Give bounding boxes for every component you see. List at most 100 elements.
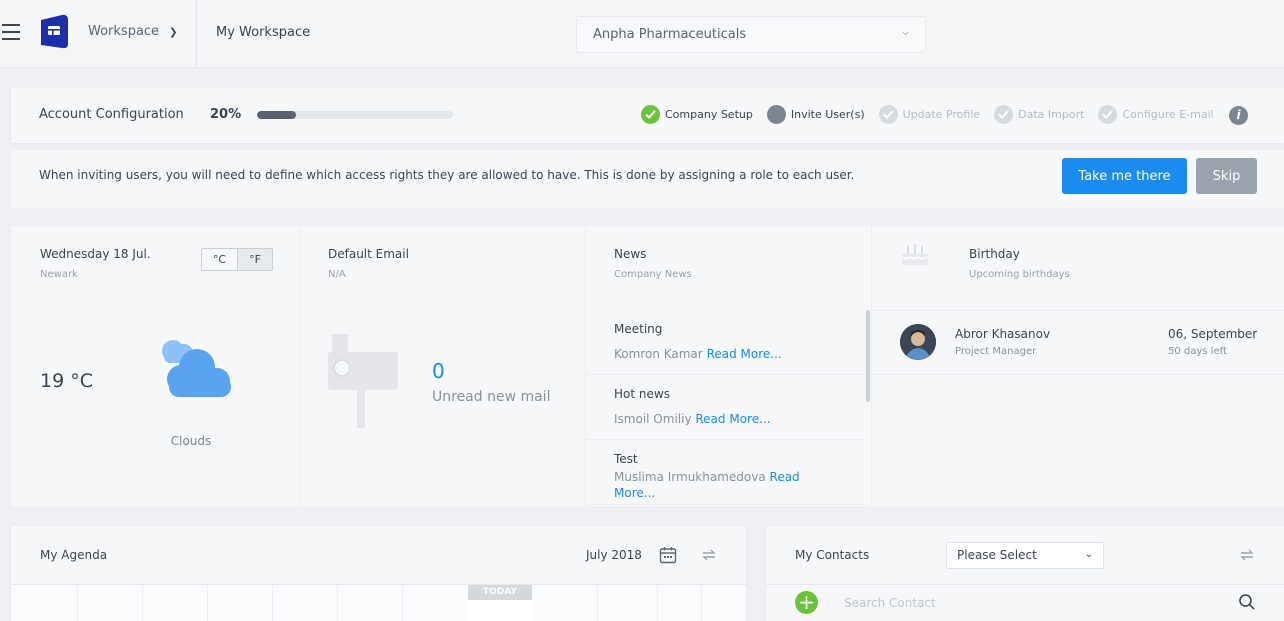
today-column[interactable]: TODAY <box>468 585 532 621</box>
grid-line <box>142 585 143 621</box>
news-item-author: Muslima Irmukhamedova <box>614 470 766 484</box>
grid-line <box>77 585 78 621</box>
company-dropdown[interactable]: Anpha Pharmaceuticals ⌵ <box>576 16 926 53</box>
birthday-row[interactable]: Abror Khasanov Project Manager 06, Septe… <box>872 310 1284 375</box>
news-widget: News Company News Meeting Komron Kamar R… <box>586 226 872 506</box>
cake-icon <box>901 244 929 265</box>
birthday-person-name: Abror Khasanov <box>955 327 1051 341</box>
step-label: Company Setup <box>665 108 753 121</box>
calendar-icon[interactable] <box>659 546 677 564</box>
progress-bar <box>257 111 453 119</box>
agenda-widget: My Agenda July 2018 TODAY <box>11 526 746 621</box>
chevron-down-icon: ⌄ <box>1084 549 1093 560</box>
app-logo[interactable] <box>38 14 69 50</box>
news-item-author: Ismoil Omiliy <box>614 412 692 426</box>
contacts-title: My Contacts <box>795 548 870 562</box>
agenda-month: July 2018 <box>586 548 642 562</box>
step-label: Update Profile <box>902 108 981 121</box>
top-bar: Workspace ❯ My Workspace Anpha Pharmaceut… <box>0 0 1284 68</box>
weather-date: Wednesday 18 Jul. <box>40 247 151 261</box>
check-icon <box>994 105 1014 124</box>
setup-steps: Company Setup Invite User(s) Update Prof… <box>641 105 1228 124</box>
step-label: Configure E-mail <box>1122 108 1214 121</box>
news-scrollbar[interactable] <box>866 310 870 402</box>
step-data-import[interactable]: Data Import <box>994 105 1084 124</box>
birthday-days-left: 50 days left <box>1168 346 1227 357</box>
progress-fill <box>257 111 297 119</box>
news-item-title: Meeting <box>614 322 663 336</box>
check-icon <box>641 105 660 124</box>
account-configuration-title: Account Configuration <box>39 107 184 122</box>
unit-celsius-button[interactable]: °C <box>202 249 237 270</box>
dashboard-widgets: Wednesday 18 Jul. Newark °C °F 19 °C Clo… <box>11 226 1284 506</box>
birthday-subtitle: Upcoming birthdays <box>969 269 1070 280</box>
cloud-icon <box>162 340 231 397</box>
invite-hint-bar: When inviting users, you will need to de… <box>11 150 1284 208</box>
invite-hint-text: When inviting users, you will need to de… <box>39 168 855 182</box>
birthday-date: 06, September <box>1168 327 1258 341</box>
agenda-title: My Agenda <box>40 548 108 562</box>
news-item: Hot news Ismoil Omiliy Read More... <box>586 375 864 440</box>
temperature-value: 19 °C <box>40 370 93 392</box>
progress-percent: 20% <box>210 107 242 122</box>
take-me-there-button[interactable]: Take me there <box>1062 158 1187 194</box>
step-configure-email[interactable]: Configure E-mail <box>1098 105 1214 124</box>
grid-line <box>272 585 273 621</box>
contacts-widget: My Contacts Please Select ⌄ + <box>766 526 1284 621</box>
grid-line <box>657 585 658 621</box>
skip-button[interactable]: Skip <box>1196 158 1257 194</box>
grid-line <box>701 585 702 621</box>
read-more-part: More... <box>614 486 656 500</box>
read-more-part: Read <box>769 470 800 484</box>
refresh-icon[interactable] <box>1238 546 1256 564</box>
news-subtitle: Company News <box>614 269 692 280</box>
email-widget: Default Email N/A 0 Unread new mail <box>300 226 586 506</box>
news-item-title: Test <box>614 452 638 466</box>
email-address: N/A <box>328 269 346 280</box>
news-title: News <box>614 247 647 261</box>
grid-line <box>402 585 403 621</box>
contacts-search-bar: + <box>766 584 1284 621</box>
birthday-title: Birthday <box>969 247 1020 261</box>
birthday-person-role: Project Manager <box>955 346 1037 357</box>
agenda-calendar-grid: TODAY <box>11 584 746 621</box>
refresh-icon[interactable] <box>700 546 718 564</box>
unread-mail-count[interactable]: 0 <box>432 359 445 383</box>
workspace-dropdown[interactable]: Workspace ❯ <box>88 24 177 39</box>
grid-line <box>337 585 338 621</box>
company-name: Anpha Pharmaceuticals <box>593 27 747 42</box>
step-label: Data Import <box>1018 108 1085 121</box>
read-more-link[interactable]: Read More... <box>695 412 770 426</box>
add-contact-icon[interactable]: + <box>795 591 818 614</box>
news-list: Meeting Komron Kamar Read More... Hot ne… <box>586 310 864 506</box>
email-title: Default Email <box>328 247 409 261</box>
step-label: Invite User(s) <box>790 108 865 121</box>
grid-line <box>207 585 208 621</box>
step-update-profile[interactable]: Update Profile <box>878 105 981 124</box>
search-contact-input[interactable] <box>844 591 1224 615</box>
news-item: Meeting Komron Kamar Read More... <box>586 310 864 375</box>
contacts-filter-dropdown[interactable]: Please Select ⌄ <box>946 542 1104 569</box>
mailbox-icon <box>328 334 398 428</box>
account-configuration-bar: Account Configuration 20% Company Setup … <box>11 88 1284 143</box>
check-icon <box>1098 105 1118 124</box>
workspace-title: My Workspace <box>216 25 311 40</box>
news-item-author: Komron Kamar <box>614 347 703 361</box>
check-icon <box>878 105 898 124</box>
birthday-widget: Birthday Upcoming birthdays Abror Khasan… <box>872 226 1284 506</box>
read-more-link[interactable]: Read More... <box>707 347 782 361</box>
step-invite-users[interactable]: Invite User(s) <box>766 105 865 124</box>
chevron-down-icon: ⌵ <box>902 28 909 38</box>
hamburger-menu-icon[interactable] <box>2 24 20 42</box>
workspace-label: Workspace <box>88 24 160 39</box>
search-icon[interactable] <box>1238 593 1256 611</box>
step-company-setup[interactable]: Company Setup <box>641 105 753 124</box>
weather-widget: Wednesday 18 Jul. Newark °C °F 19 °C Clo… <box>11 226 300 506</box>
step-dot-icon <box>766 105 786 124</box>
unit-fahrenheit-button[interactable]: °F <box>237 249 272 270</box>
contacts-filter-value: Please Select <box>957 548 1037 562</box>
chevron-down-icon: ❯ <box>169 27 178 38</box>
weather-location: Newark <box>40 269 78 280</box>
info-icon[interactable]: i <box>1229 106 1248 125</box>
divider <box>196 0 197 68</box>
